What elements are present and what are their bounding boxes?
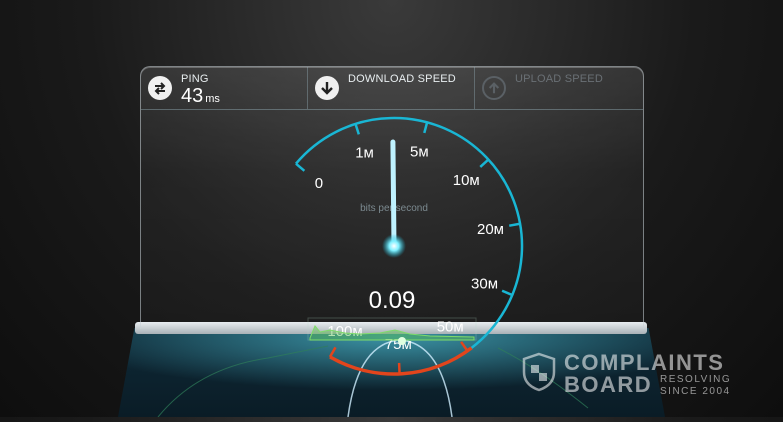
gauge-tick — [356, 124, 359, 134]
gauge-tick-label: 5м — [410, 143, 429, 160]
gauge-tick — [330, 347, 336, 357]
gauge-tick-label: 10м — [453, 172, 480, 189]
gauge-tick-label: 50м — [437, 318, 464, 335]
gauge-tick-label: 20м — [477, 221, 504, 238]
gauge-tick-label: 1м — [355, 145, 374, 162]
gauge-tick — [461, 342, 467, 351]
complaints-board-watermark: COMPLAINTS BOARD RESOLVING SINCE 2004 — [522, 350, 762, 410]
gauge-needle — [393, 142, 394, 246]
gauge-tick — [424, 122, 427, 133]
watermark-line2: BOARD — [564, 372, 652, 398]
watermark-tagline2: SINCE 2004 — [660, 386, 731, 397]
speed-reading: 0.09 — [369, 287, 416, 314]
gauge-tick-label: 30м — [471, 276, 498, 293]
gauge-tick — [296, 164, 304, 171]
gauge-hub — [382, 234, 406, 258]
shield-logo-icon — [522, 352, 556, 392]
gauge-tick-label: 0 — [315, 175, 323, 192]
gauge-tick — [509, 224, 520, 226]
watermark-tagline1: RESOLVING — [660, 374, 731, 385]
gauge-tick — [502, 291, 512, 295]
gauge-tick — [480, 160, 488, 167]
